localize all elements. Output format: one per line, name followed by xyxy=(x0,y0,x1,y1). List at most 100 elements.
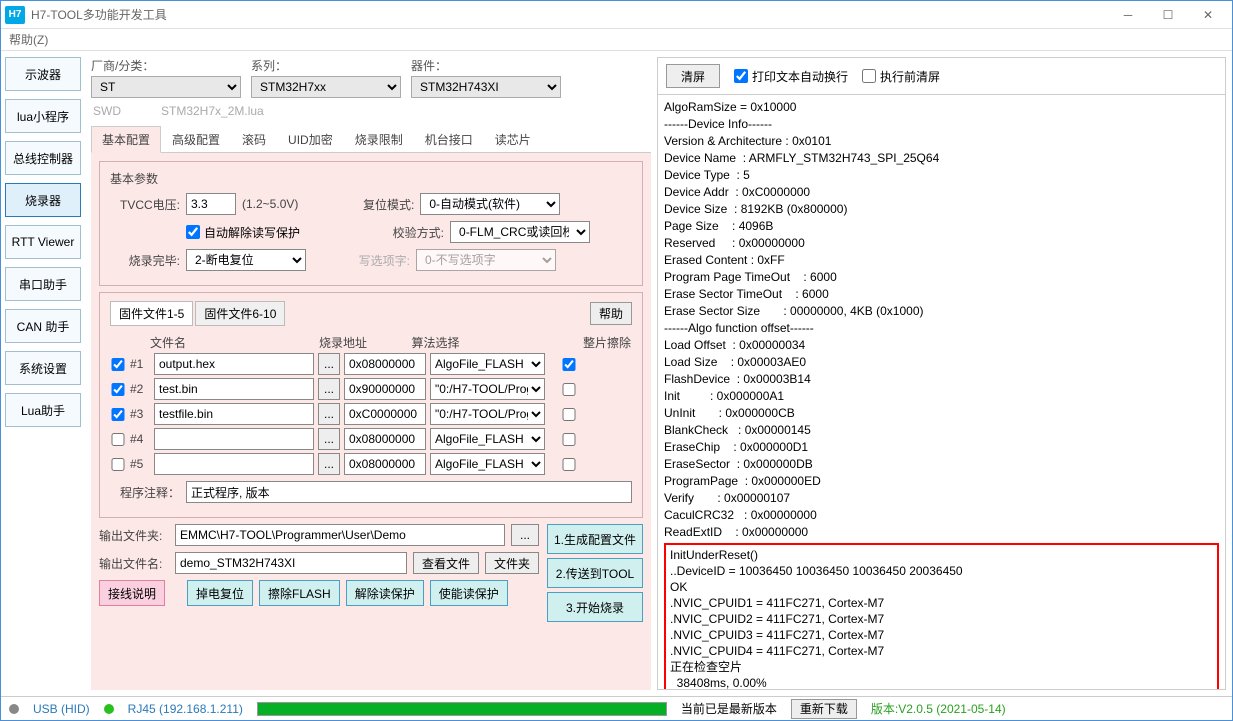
file5-check[interactable] xyxy=(110,458,126,471)
select-reset-mode[interactable]: 0-自动模式(软件) xyxy=(420,193,560,215)
file3-addr[interactable] xyxy=(344,403,426,425)
start-burn-button[interactable]: 3.开始烧录 xyxy=(547,592,643,622)
tab-read[interactable]: 读芯片 xyxy=(484,126,542,152)
file5-name[interactable] xyxy=(154,453,314,475)
label-autowrap: 打印文本自动换行 xyxy=(752,68,848,85)
tab-machine[interactable]: 机台接口 xyxy=(414,126,484,152)
log-body[interactable]: AlgoRamSize = 0x10000 ------Device Info-… xyxy=(658,95,1225,689)
tab-basic[interactable]: 基本配置 xyxy=(91,126,161,153)
sidebar-programmer[interactable]: 烧录器 xyxy=(5,183,81,217)
file5-browse[interactable]: ... xyxy=(318,453,340,475)
tab-limit[interactable]: 烧录限制 xyxy=(344,126,414,152)
label-after-burn: 烧录完毕: xyxy=(110,252,180,269)
file4-erase[interactable] xyxy=(561,433,577,446)
usb-status[interactable]: USB (HID) xyxy=(33,702,90,716)
file5-addr[interactable] xyxy=(344,453,426,475)
file4-browse[interactable]: ... xyxy=(318,428,340,450)
rj45-status[interactable]: RJ45 (192.168.1.211) xyxy=(128,702,243,716)
check-autowrap[interactable] xyxy=(734,69,748,83)
check-preclear[interactable] xyxy=(862,69,876,83)
view-file-button[interactable]: 查看文件 xyxy=(413,552,479,574)
select-after-burn[interactable]: 2-断电复位 xyxy=(186,249,306,271)
file4-name[interactable] xyxy=(154,428,314,450)
file3-name[interactable] xyxy=(154,403,314,425)
log-text-lower: InitUnderReset() ..DeviceID = 10036450 1… xyxy=(670,548,1067,689)
folder-button[interactable]: 文件夹 xyxy=(485,552,539,574)
input-outfolder[interactable] xyxy=(175,524,505,546)
close-button[interactable]: ✕ xyxy=(1188,3,1228,27)
clear-log-button[interactable]: 清屏 xyxy=(666,64,720,88)
remove-protect-button[interactable]: 解除读保护 xyxy=(346,580,424,606)
group-basic-params: 基本参数 TVCC电压: (1.2~5.0V) 复位模式: 0-自动模式(软件)… xyxy=(99,161,643,286)
file3-erase[interactable] xyxy=(561,408,577,421)
select-fill[interactable]: 0-不写选项字 xyxy=(416,249,556,271)
basic-params-title: 基本参数 xyxy=(110,170,632,187)
filetab-1-5[interactable]: 固件文件1-5 xyxy=(110,301,193,326)
file2-addr[interactable] xyxy=(344,378,426,400)
gen-config-button[interactable]: 1.生成配置文件 xyxy=(547,524,643,554)
file3-check[interactable] xyxy=(110,408,126,421)
check-auto-unprotect[interactable] xyxy=(186,225,200,239)
file1-erase[interactable] xyxy=(561,358,577,371)
send-tool-button[interactable]: 2.传送到TOOL xyxy=(547,558,643,588)
file4-addr[interactable] xyxy=(344,428,426,450)
select-verify[interactable]: 0-FLM_CRC或读回校验 xyxy=(450,221,590,243)
wiring-button[interactable]: 接线说明 xyxy=(99,580,165,606)
file2-check[interactable] xyxy=(110,383,126,396)
file4-check[interactable] xyxy=(110,433,126,446)
file4-algo[interactable]: AlgoFile_FLASH xyxy=(430,428,545,450)
select-vendor[interactable]: ST xyxy=(91,76,241,98)
sidebar-oscilloscope[interactable]: 示波器 xyxy=(5,57,81,91)
sidebar-bus[interactable]: 总线控制器 xyxy=(5,141,81,175)
erase-flash-button[interactable]: 擦除FLASH xyxy=(259,580,340,606)
tab-advanced[interactable]: 高级配置 xyxy=(161,126,231,152)
label-vendor: 厂商/分类： xyxy=(91,57,241,74)
maximize-button[interactable]: ☐ xyxy=(1148,3,1188,27)
titlebar: H7 H7-TOOL多功能开发工具 ─ ☐ ✕ xyxy=(1,1,1232,29)
file1-browse[interactable]: ... xyxy=(318,353,340,375)
file1-addr[interactable] xyxy=(344,353,426,375)
files-help-button[interactable]: 帮助 xyxy=(590,302,632,325)
sidebar-system[interactable]: 系统设置 xyxy=(5,351,81,385)
file1-name[interactable] xyxy=(154,353,314,375)
tab-uid[interactable]: UID加密 xyxy=(277,126,344,152)
file3-algo[interactable]: "0:/H7-TOOL/Progra xyxy=(430,403,545,425)
hdr-algo: 算法选择 xyxy=(378,334,493,351)
sidebar-luahelp[interactable]: Lua助手 xyxy=(5,393,81,427)
input-comment[interactable] xyxy=(186,481,632,503)
menubar: 帮助(Z) xyxy=(1,29,1232,51)
file1-check[interactable] xyxy=(110,358,126,371)
sidebar-serial[interactable]: 串口助手 xyxy=(5,267,81,301)
browse-outfolder[interactable]: ... xyxy=(511,524,539,546)
input-tvcc[interactable] xyxy=(186,193,236,215)
poweroff-reset-button[interactable]: 掉电复位 xyxy=(187,580,253,606)
label-device: 器件： xyxy=(411,57,561,74)
file2-algo[interactable]: "0:/H7-TOOL/Progra xyxy=(430,378,545,400)
file5-algo[interactable]: AlgoFile_FLASH xyxy=(430,453,545,475)
select-device[interactable]: STM32H743XI xyxy=(411,76,561,98)
sidebar-rtt[interactable]: RTT Viewer xyxy=(5,225,81,259)
sidebar-lua[interactable]: lua小程序 xyxy=(5,99,81,133)
input-outfile[interactable] xyxy=(175,552,407,574)
label-outfile: 输出文件名: xyxy=(99,555,169,572)
file2-name[interactable] xyxy=(154,378,314,400)
filetab-6-10[interactable]: 固件文件6-10 xyxy=(195,301,285,326)
tab-rolling[interactable]: 滚码 xyxy=(231,126,277,152)
select-series[interactable]: STM32H7xx xyxy=(251,76,401,98)
minimize-button[interactable]: ─ xyxy=(1108,3,1148,27)
rj45-dot-icon xyxy=(104,704,114,714)
redownload-button[interactable]: 重新下载 xyxy=(791,699,857,719)
file1-algo[interactable]: AlgoFile_FLASH xyxy=(430,353,545,375)
sidebar-can[interactable]: CAN 助手 xyxy=(5,309,81,343)
hdr-addr: 烧录地址 xyxy=(292,334,374,351)
file2-browse[interactable]: ... xyxy=(318,378,340,400)
file3-browse[interactable]: ... xyxy=(318,403,340,425)
enable-protect-button[interactable]: 使能读保护 xyxy=(430,580,508,606)
label-auto-unprotect: 自动解除读写保护 xyxy=(204,224,300,241)
file5-erase[interactable] xyxy=(561,458,577,471)
menu-help[interactable]: 帮助(Z) xyxy=(9,33,48,47)
file2-erase[interactable] xyxy=(561,383,577,396)
update-status: 当前已是最新版本 xyxy=(681,700,777,717)
file-row-2: #2 ... "0:/H7-TOOL/Progra xyxy=(110,378,632,400)
log-highlight-box: InitUnderReset() ..DeviceID = 10036450 1… xyxy=(664,543,1219,689)
